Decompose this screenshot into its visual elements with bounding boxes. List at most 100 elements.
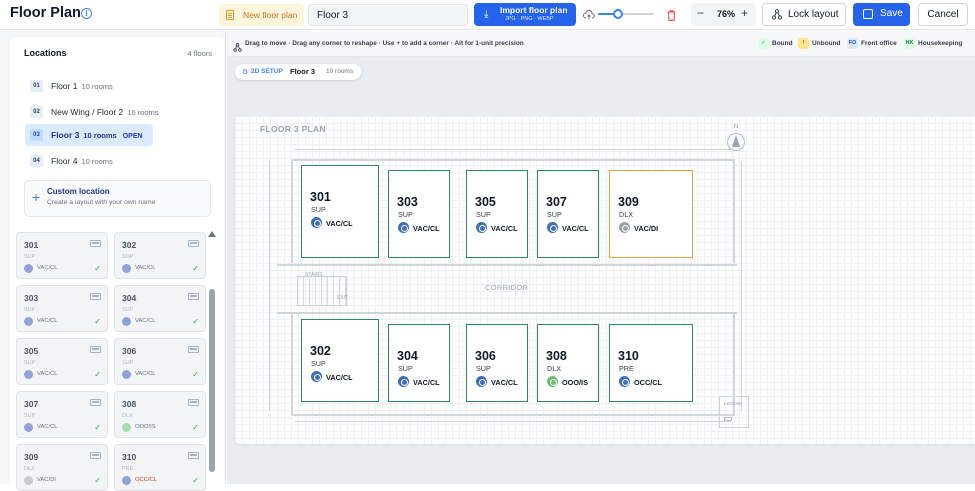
status-icon — [24, 264, 33, 273]
floor-name-input[interactable] — [308, 4, 468, 26]
bed-icon — [90, 240, 101, 247]
room-type: SUP — [24, 360, 36, 366]
zoom-out-button[interactable]: − — [697, 6, 704, 20]
room-number: 302 — [122, 240, 137, 250]
new-floor-plan-button[interactable]: New floor plan — [219, 4, 304, 26]
floors-count: 4 floors — [187, 49, 212, 58]
location-item[interactable]: 03 Floor 3 10 rooms OPEN — [25, 124, 153, 146]
top-bar: Floor Plan i New floor plan ⤓ Import flo… — [0, 0, 975, 30]
north-arrow: N — [725, 124, 747, 151]
trash-icon[interactable] — [667, 8, 676, 21]
plan-room-310[interactable]: 310 PRE OCC/CL — [609, 324, 693, 402]
plan-room-303[interactable]: 303 SUP VAC/CL — [388, 170, 450, 258]
room-type: DLX — [547, 364, 561, 373]
lock-layout-label: Lock layout — [788, 9, 839, 20]
plan-room-304[interactable]: 304 SUP VAC/CL — [388, 324, 450, 402]
room-status: VAC/CL — [37, 265, 58, 271]
north-label: N — [733, 124, 739, 130]
check-icon: ✓ — [94, 423, 101, 432]
zoom-in-button[interactable]: + — [741, 6, 748, 20]
bed-icon — [90, 293, 101, 300]
room-status: VAC/CL — [326, 373, 353, 382]
location-rooms: 16 rooms — [127, 108, 159, 117]
room-card[interactable]: 304 SUP VAC/CL ✓ — [114, 285, 206, 332]
room-status: OCC/CL — [135, 477, 157, 483]
location-number: 01 — [30, 80, 43, 92]
plan-room-301[interactable]: 301 SUP VAC/CL — [301, 165, 379, 258]
room-number: 304 — [397, 349, 418, 363]
save-icon — [863, 9, 873, 19]
room-card[interactable]: 307 SUP VAC/CL ✓ — [16, 391, 108, 438]
plan-room-309[interactable]: 309 DLX VAC/DI — [609, 170, 693, 258]
import-floor-plan-button[interactable]: ⤓ Import floor plan JPG · PNG · WEBP — [474, 3, 576, 26]
room-status: VAC/CL — [135, 265, 156, 271]
rooms-count-label: 10 rooms — [326, 68, 354, 75]
dimension-line — [741, 161, 742, 411]
plan-room-305[interactable]: 305 SUP VAC/CL — [466, 170, 528, 258]
room-list-scrollbar[interactable] — [208, 231, 216, 483]
plus-icon: + — [32, 189, 41, 205]
legend-label: Unbound — [812, 40, 841, 48]
bed-icon — [188, 399, 199, 406]
room-number: 302 — [310, 344, 331, 358]
opacity-slider[interactable] — [598, 9, 654, 19]
room-card[interactable]: 306 SUP VAC/CL ✓ — [114, 338, 206, 385]
location-name: Floor 1 10 rooms — [51, 81, 113, 91]
room-card[interactable]: 302 SUP VAC/CL ✓ — [114, 232, 206, 279]
plan-room-306[interactable]: 306 SUP VAC/CL — [466, 324, 528, 402]
room-type: PRE — [619, 364, 634, 373]
status-icon — [311, 217, 322, 228]
check-icon: ✓ — [94, 264, 101, 273]
room-card[interactable]: 303 SUP VAC/CL ✓ — [16, 285, 108, 332]
status-icon — [122, 264, 131, 273]
room-card[interactable]: 301 SUP VAC/CL ✓ — [16, 232, 108, 279]
scrollbar-thumb[interactable] — [209, 289, 215, 472]
room-type: DLX — [619, 210, 633, 219]
room-card[interactable]: 305 SUP VAC/CL ✓ — [16, 338, 108, 385]
north-arrow-icon — [732, 135, 740, 147]
room-status: VAC/DI — [634, 224, 659, 233]
nodes-icon — [233, 39, 242, 52]
room-number: 310 — [122, 452, 137, 462]
check-icon: ✓ — [94, 317, 101, 326]
plan-legend-box: LEGEND — [719, 396, 749, 428]
room-status: VAC/CL — [135, 371, 156, 377]
room-status: OOO/IS — [135, 424, 156, 430]
location-item[interactable]: 01 Floor 1 10 rooms — [25, 75, 153, 97]
save-button[interactable]: Save — [853, 3, 910, 26]
slider-handle[interactable] — [612, 9, 623, 19]
locations-panel: Locations 4 floors 01 Floor 1 10 rooms 02 Ne… — [10, 37, 224, 245]
hint-bar: Drag to move · Drag any corner to reshap… — [227, 31, 975, 57]
bed-icon — [188, 346, 199, 353]
location-name-text: Floor 4 — [51, 156, 78, 166]
legend-label: Housekeeping — [918, 40, 963, 48]
status-icon — [122, 370, 131, 379]
cancel-button[interactable]: Cancel — [918, 3, 968, 26]
legend-badge: HK — [904, 38, 915, 49]
room-type: SUP — [122, 254, 134, 260]
plan-room-302[interactable]: 302 SUP VAC/CL — [301, 319, 379, 402]
room-status: OCC/CL — [634, 378, 662, 387]
lock-layout-button[interactable]: Lock layout — [762, 3, 846, 26]
status-icon — [476, 222, 487, 233]
floor-plan-canvas[interactable]: FLOOR 3 PLAN N CORRIDOR STAIRS EXIT LEGE… — [235, 116, 975, 444]
room-number: 306 — [475, 349, 496, 363]
plan-room-308[interactable]: 308 DLX OOO/IS — [537, 324, 599, 402]
location-item[interactable]: 02 New Wing / Floor 2 16 rooms — [25, 101, 159, 123]
plan-room-307[interactable]: 307 SUP VAC/CL — [537, 170, 599, 258]
bed-icon — [188, 452, 199, 459]
room-status: VAC/CL — [413, 224, 440, 233]
location-item[interactable]: 04 Floor 4 10 rooms — [25, 150, 153, 172]
sidebar: Locations 4 floors 01 Floor 1 10 rooms 02 Ne… — [0, 31, 226, 491]
room-type: PRE — [122, 466, 134, 472]
info-icon[interactable]: i — [81, 8, 92, 19]
room-number: 303 — [397, 195, 418, 209]
room-card[interactable]: 308 DLX OOO/IS ✓ — [114, 391, 206, 438]
scroll-up-arrow[interactable] — [208, 231, 216, 237]
status-icon — [122, 423, 131, 432]
location-name: Floor 3 10 rooms OPEN — [51, 130, 143, 140]
room-status: VAC/CL — [37, 424, 58, 430]
custom-location-button[interactable]: + Custom location Create a layout with y… — [24, 180, 211, 217]
dimension-line — [295, 421, 731, 422]
plan-title: FLOOR 3 PLAN — [260, 124, 326, 134]
